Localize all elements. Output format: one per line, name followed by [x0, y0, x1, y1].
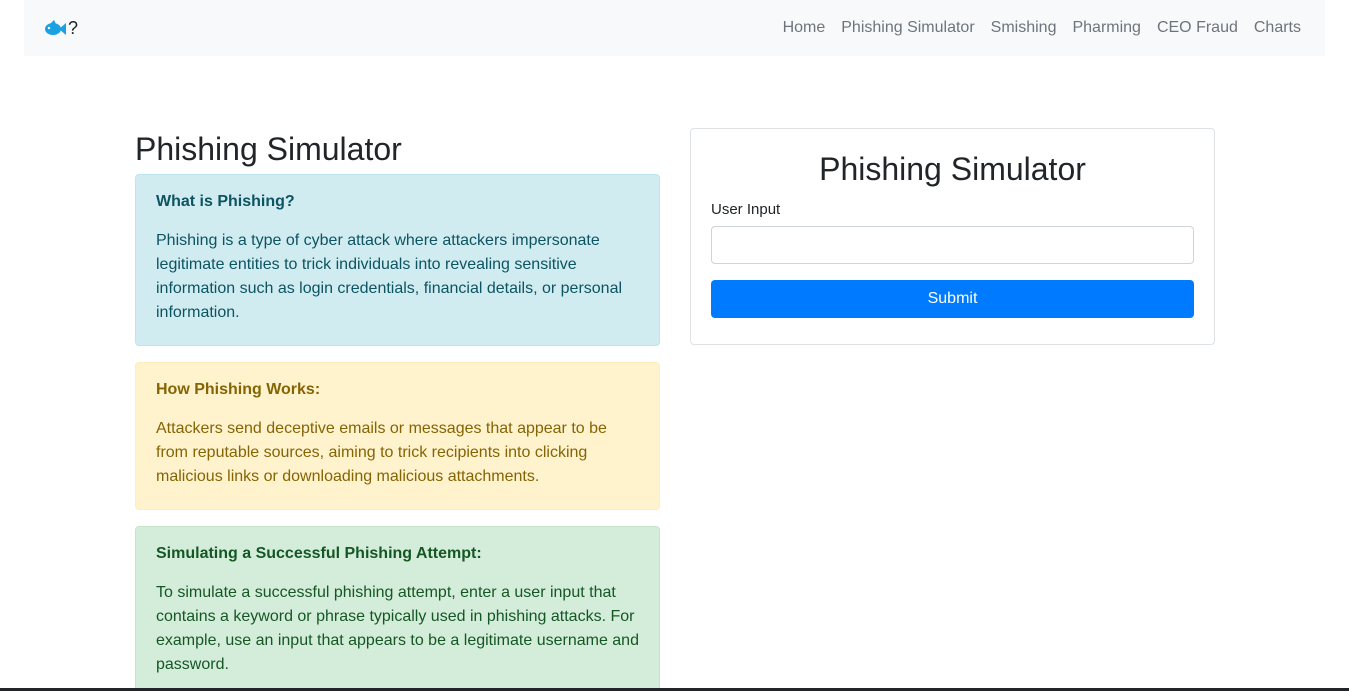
alert-text: Attackers send deceptive emails or messa… [156, 420, 607, 485]
nav-links: Home Phishing Simulator Smishing Pharmin… [783, 19, 1301, 37]
alert-how-phishing-works: How Phishing Works: Attackers send decep… [135, 362, 660, 510]
nav-link-charts[interactable]: Charts [1254, 19, 1301, 37]
nav-link-pharming[interactable]: Pharming [1072, 19, 1140, 37]
nav-link-home[interactable]: Home [783, 19, 826, 37]
nav-link-ceo-fraud[interactable]: CEO Fraud [1157, 19, 1238, 37]
user-input-label: User Input [711, 201, 781, 218]
alert-heading: How Phishing Works: [156, 381, 321, 398]
info-column: Phishing Simulator What is Phishing? Phi… [135, 130, 660, 691]
brand-text: ? [68, 17, 79, 38]
alert-text: To simulate a successful phishing attemp… [156, 584, 639, 673]
nav-link-phishing-simulator[interactable]: Phishing Simulator [841, 19, 974, 37]
user-input-field[interactable] [711, 226, 1194, 264]
card-title: Phishing Simulator [819, 151, 1086, 187]
fish-icon [44, 19, 66, 37]
nav-link-smishing[interactable]: Smishing [991, 19, 1057, 37]
alert-heading: Simulating a Successful Phishing Attempt… [156, 545, 482, 562]
brand[interactable]: ? [44, 18, 78, 39]
submit-button[interactable]: Submit [711, 280, 1194, 318]
alert-simulating-attempt: Simulating a Successful Phishing Attempt… [135, 526, 660, 691]
simulator-card: Phishing Simulator User Input Submit [690, 128, 1215, 345]
alert-text: Phishing is a type of cyber attack where… [156, 232, 623, 321]
page-title: Phishing Simulator [135, 131, 402, 167]
alert-what-is-phishing: What is Phishing? Phishing is a type of … [135, 174, 660, 346]
navbar: ? Home Phishing Simulator Smishing Pharm… [24, 0, 1325, 56]
alert-heading: What is Phishing? [156, 193, 295, 210]
